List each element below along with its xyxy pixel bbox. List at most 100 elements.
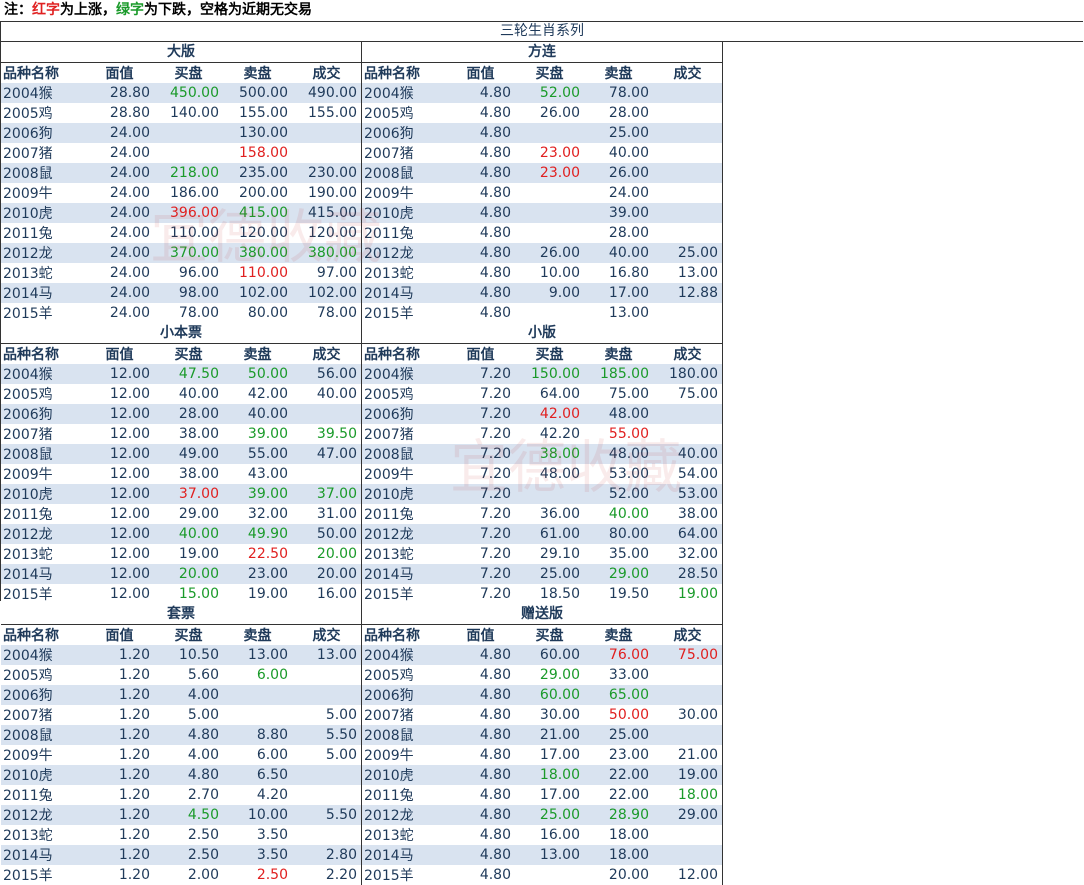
ask-price: 16.80 — [584, 263, 653, 283]
face-value: 4.80 — [446, 83, 515, 103]
face-value: 7.20 — [446, 444, 515, 464]
table-row: 2006狗 24.00 130.00 — [1, 123, 361, 143]
table-row: 2010虎 7.20 52.00 53.00 — [362, 484, 722, 504]
ask-price: 22.50 — [223, 544, 292, 564]
table-row: 2015羊 12.00 15.00 19.00 16.00 — [1, 584, 361, 604]
ask-price: 40.00 — [584, 504, 653, 524]
table-row: 2012龙 1.20 4.50 10.00 5.50 — [1, 805, 361, 825]
bid-price: 42.20 — [515, 424, 584, 444]
table-row: 2015羊 24.00 78.00 80.00 78.00 — [1, 303, 361, 323]
variety-name: 2010虎 — [1, 203, 85, 223]
face-value: 28.80 — [85, 83, 154, 103]
deal-price — [653, 303, 722, 323]
deal-price: 5.50 — [292, 725, 361, 745]
bid-price: 40.00 — [154, 384, 223, 404]
ask-price: 28.00 — [584, 223, 653, 243]
variety-name: 2015羊 — [362, 303, 446, 323]
panel-title: 小版 — [362, 323, 722, 344]
variety-name: 2004猴 — [362, 645, 446, 665]
table-row: 2008鼠 24.00 218.00 235.00 230.00 — [1, 163, 361, 183]
bid-price: 396.00 — [154, 203, 223, 223]
variety-name: 2006狗 — [1, 685, 85, 705]
table-row: 2011兔 7.20 36.00 40.00 38.00 — [362, 504, 722, 524]
bid-price: 2.50 — [154, 845, 223, 865]
column-header: 卖盘 — [584, 63, 653, 83]
ask-price: 39.00 — [223, 424, 292, 444]
panel-title: 套票 — [1, 604, 361, 625]
deal-price: 97.00 — [292, 263, 361, 283]
bid-price: 17.00 — [515, 745, 584, 765]
deal-price — [292, 143, 361, 163]
panel-table: 品种名称 面值 买盘 卖盘 成交 2004猴 4.80 60.00 76.00 75.00 2005… — [362, 625, 722, 885]
ask-price: 158.00 — [223, 143, 292, 163]
column-header: 买盘 — [515, 63, 584, 83]
face-value: 24.00 — [85, 223, 154, 243]
ask-price: 155.00 — [223, 103, 292, 123]
bid-price — [154, 123, 223, 143]
table-row: 2005鸡 1.20 5.60 6.00 — [1, 665, 361, 685]
column-header: 成交 — [292, 63, 361, 83]
variety-name: 2010虎 — [1, 484, 85, 504]
bid-price: 13.00 — [515, 845, 584, 865]
ask-price — [223, 685, 292, 705]
bid-price: 9.00 — [515, 283, 584, 303]
variety-name: 2009牛 — [1, 745, 85, 765]
bid-price: 47.50 — [154, 364, 223, 384]
deal-price: 54.00 — [653, 464, 722, 484]
deal-price — [653, 845, 722, 865]
ask-price: 55.00 — [584, 424, 653, 444]
deal-price — [653, 725, 722, 745]
table-row: 2004猴 28.80 450.00 500.00 490.00 — [1, 83, 361, 103]
table-row: 2010虎 1.20 4.80 6.50 — [1, 765, 361, 785]
deal-price: 230.00 — [292, 163, 361, 183]
variety-name: 2013蛇 — [362, 544, 446, 564]
bid-price: 64.00 — [515, 384, 584, 404]
ask-price: 48.00 — [584, 404, 653, 424]
bid-price: 61.00 — [515, 524, 584, 544]
column-header: 成交 — [653, 344, 722, 364]
ask-price: 185.00 — [584, 364, 653, 384]
column-header: 买盘 — [154, 625, 223, 645]
table-row: 2009牛 24.00 186.00 200.00 190.00 — [1, 183, 361, 203]
deal-price: 180.00 — [653, 364, 722, 384]
face-value: 4.80 — [446, 825, 515, 845]
variety-name: 2015羊 — [362, 584, 446, 604]
variety-name: 2014马 — [362, 845, 446, 865]
note-prefix: 注： — [4, 2, 32, 18]
variety-name: 2010虎 — [362, 484, 446, 504]
variety-name: 2009牛 — [362, 183, 446, 203]
ask-price: 380.00 — [223, 243, 292, 263]
column-header: 买盘 — [515, 344, 584, 364]
deal-price — [653, 103, 722, 123]
bid-price — [515, 183, 584, 203]
variety-name: 2010虎 — [362, 203, 446, 223]
variety-name: 2013蛇 — [1, 825, 85, 845]
deal-price: 102.00 — [292, 283, 361, 303]
ask-price: 39.00 — [584, 203, 653, 223]
table-row: 2008鼠 1.20 4.80 8.80 5.50 — [1, 725, 361, 745]
bid-price: 110.00 — [154, 223, 223, 243]
face-value: 12.00 — [85, 384, 154, 404]
face-value: 4.80 — [446, 183, 515, 203]
face-value: 1.20 — [85, 645, 154, 665]
face-value: 12.00 — [85, 524, 154, 544]
deal-price: 155.00 — [292, 103, 361, 123]
bid-price — [515, 203, 584, 223]
column-header: 品种名称 — [1, 344, 85, 364]
variety-name: 2015羊 — [1, 584, 85, 604]
bid-price — [515, 303, 584, 323]
face-value: 7.20 — [446, 524, 515, 544]
face-value: 24.00 — [85, 303, 154, 323]
variety-name: 2014马 — [362, 283, 446, 303]
variety-name: 2005鸡 — [1, 665, 85, 685]
face-value: 12.00 — [85, 564, 154, 584]
deal-price — [653, 685, 722, 705]
ask-price: 43.00 — [223, 464, 292, 484]
table-row: 2006狗 1.20 4.00 — [1, 685, 361, 705]
table-row: 2006狗 4.80 25.00 — [362, 123, 722, 143]
face-value: 4.80 — [446, 123, 515, 143]
table-row: 2006狗 7.20 42.00 48.00 — [362, 404, 722, 424]
column-header: 卖盘 — [584, 344, 653, 364]
deal-price — [292, 665, 361, 685]
ask-price: 200.00 — [223, 183, 292, 203]
